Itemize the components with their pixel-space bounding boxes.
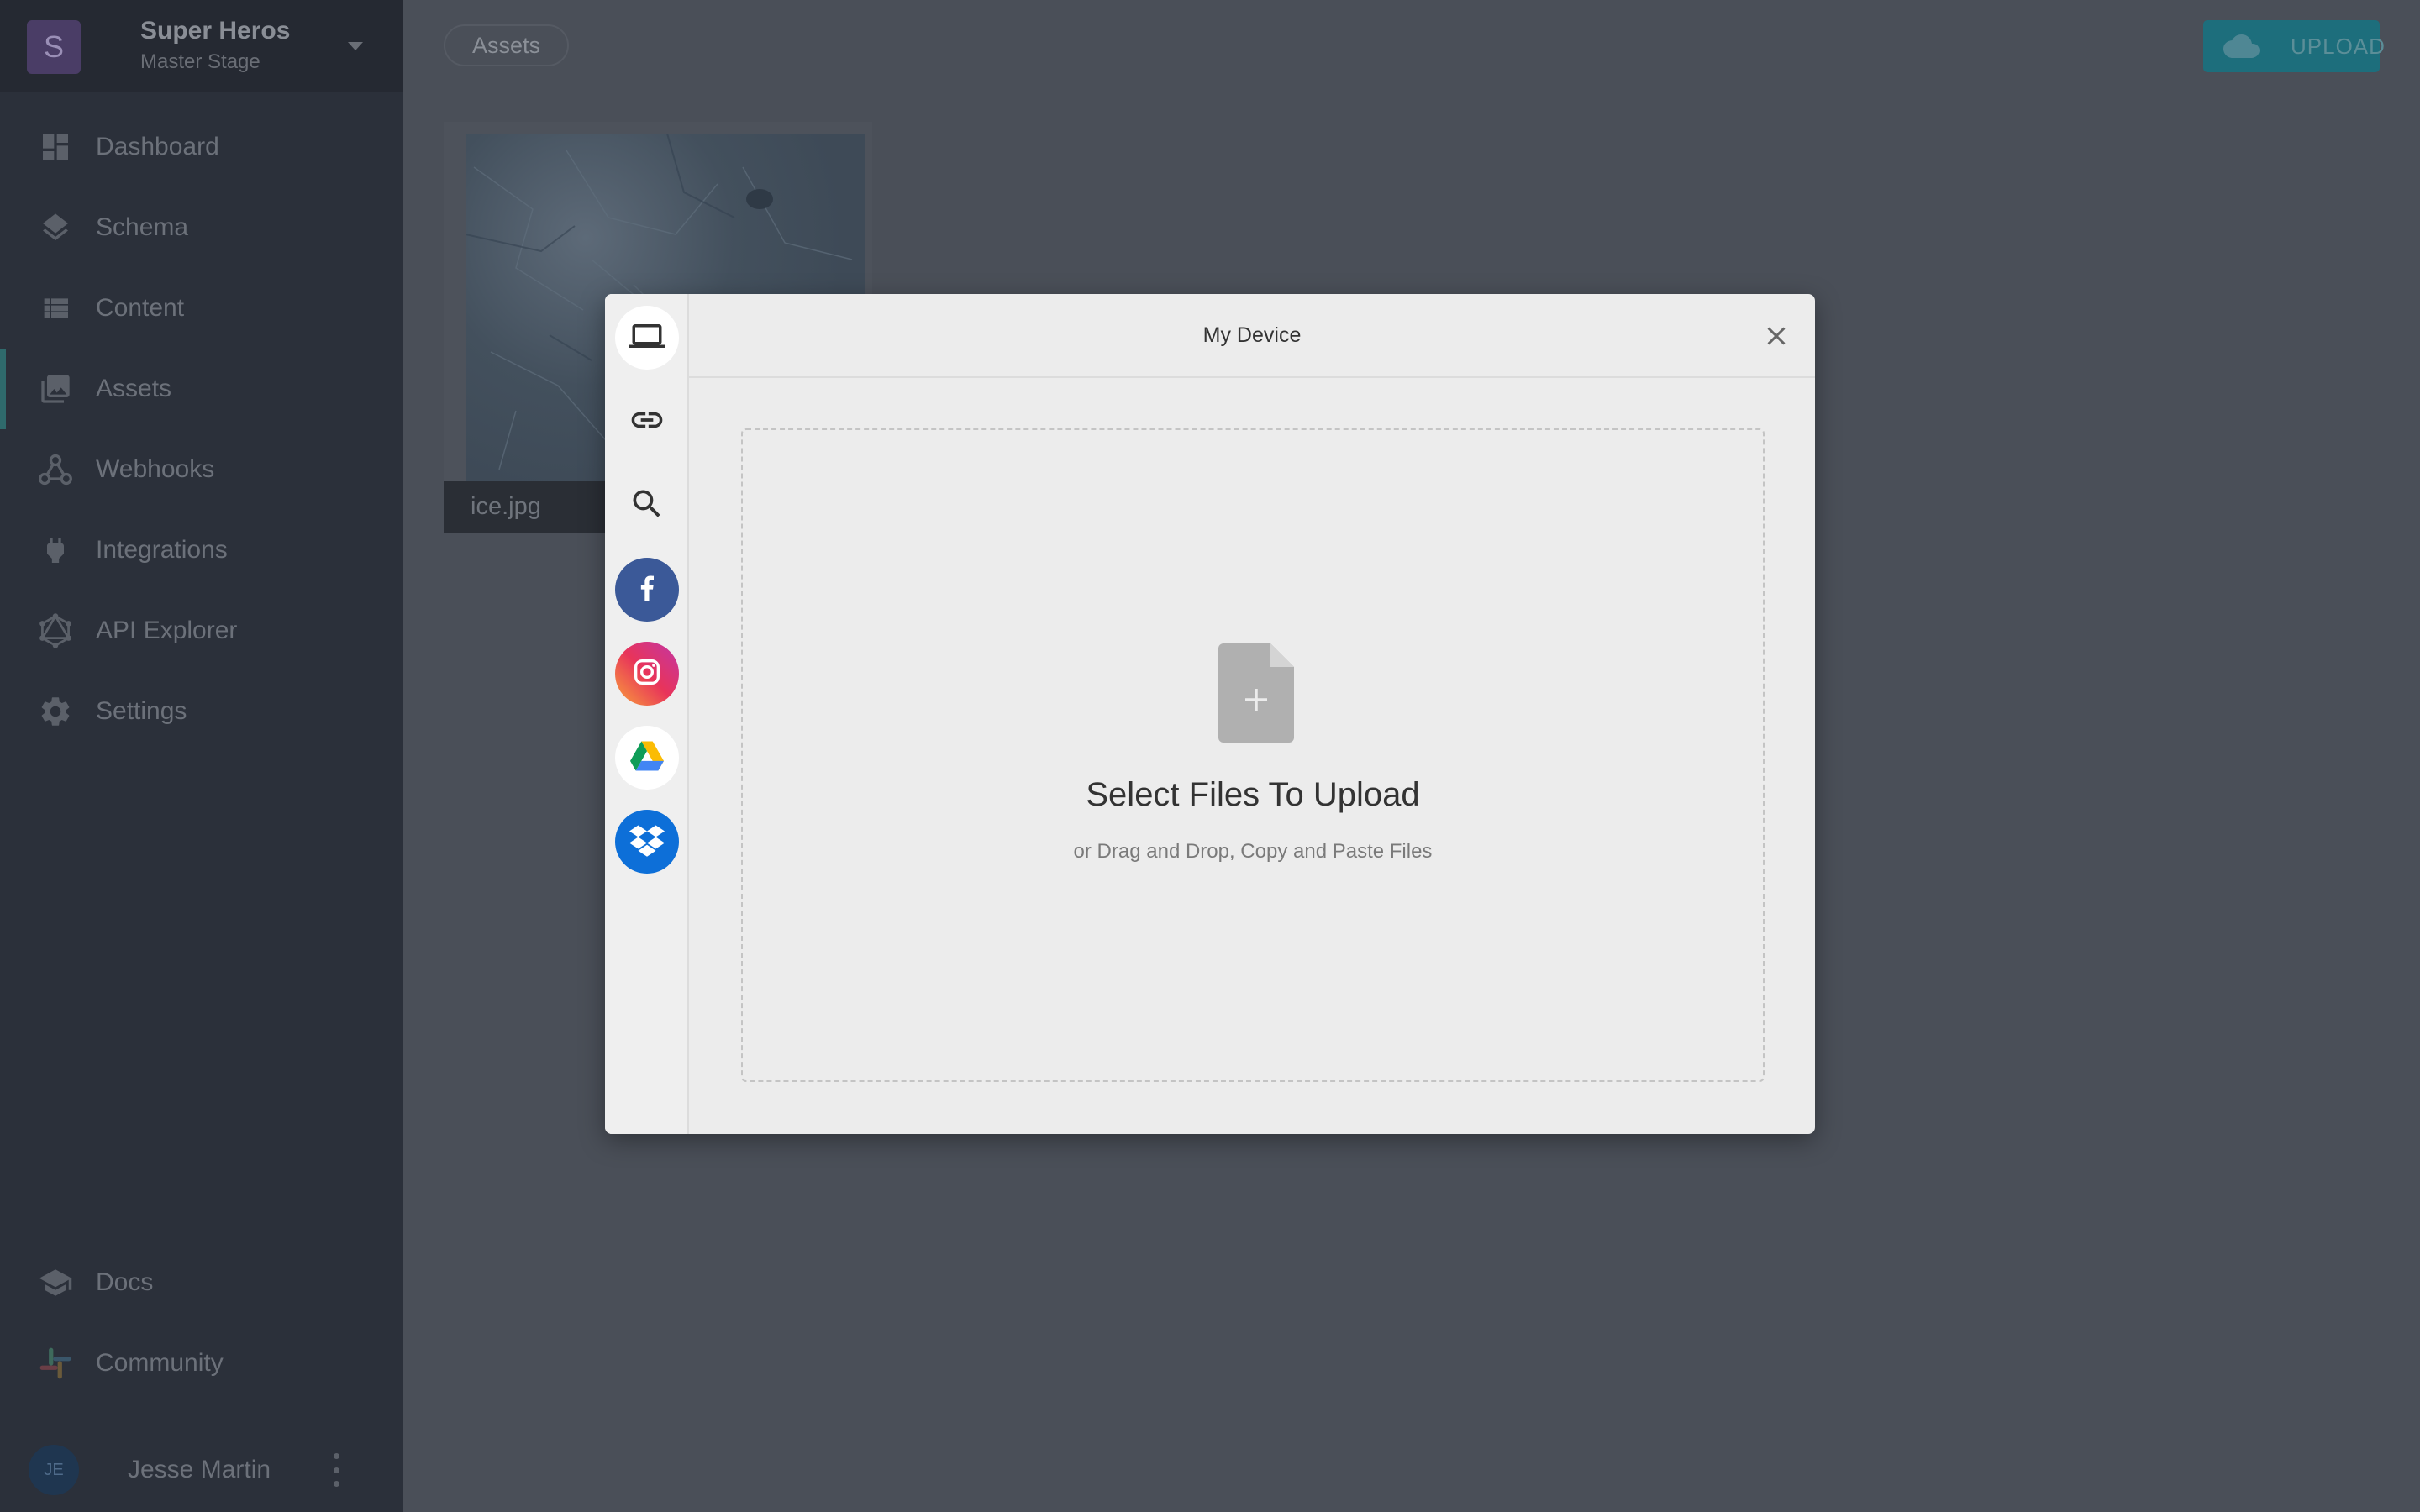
list-icon xyxy=(37,290,74,327)
sidebar-item-assets[interactable]: Assets xyxy=(0,349,403,429)
cloud-icon xyxy=(2218,34,2260,63)
sidebar-item-label: Settings xyxy=(96,697,187,725)
sidebar-item-integrations[interactable]: Integrations xyxy=(0,510,403,591)
dashboard-icon xyxy=(37,129,74,165)
image-icon xyxy=(37,370,74,407)
laptop-icon xyxy=(629,318,665,358)
sidebar-item-community[interactable]: Community xyxy=(0,1323,403,1404)
source-image-search[interactable] xyxy=(615,474,679,538)
upload-button-label: UPLOAD xyxy=(2291,33,2386,59)
facebook-icon xyxy=(630,571,664,609)
file-dropzone[interactable]: Select Files To Upload or Drag and Drop,… xyxy=(741,428,1765,1082)
source-facebook[interactable] xyxy=(615,558,679,622)
chevron-down-icon[interactable] xyxy=(348,42,363,50)
modal-title: My Device xyxy=(1202,323,1302,347)
close-icon[interactable] xyxy=(1761,321,1791,351)
more-vert-icon[interactable] xyxy=(328,1453,345,1487)
google-drive-icon xyxy=(630,741,664,775)
sidebar-item-label: Integrations xyxy=(96,536,228,564)
dropzone-subtitle: or Drag and Drop, Copy and Paste Files xyxy=(1073,840,1433,863)
sidebar-item-dashboard[interactable]: Dashboard xyxy=(0,107,403,187)
sidebar-item-label: Assets xyxy=(96,375,172,402)
sidebar-item-api-explorer[interactable]: API Explorer xyxy=(0,591,403,671)
source-list xyxy=(605,294,689,1134)
source-google-drive[interactable] xyxy=(615,726,679,790)
sidebar-item-webhooks[interactable]: Webhooks xyxy=(0,429,403,510)
upload-modal: My Device Select Files To Upload or Drag… xyxy=(605,294,1815,1134)
dropzone-title: Select Files To Upload xyxy=(1086,776,1420,813)
sidebar-item-label: Webhooks xyxy=(96,455,215,483)
upload-button[interactable]: UPLOAD xyxy=(2203,20,2385,72)
modal-header: My Device xyxy=(689,294,1815,378)
project-stage: Master Stage xyxy=(140,50,260,73)
sidebar-item-label: Docs xyxy=(96,1268,154,1296)
source-link[interactable] xyxy=(615,390,679,454)
file-add-icon xyxy=(1218,643,1294,743)
project-name: Super Heros xyxy=(140,17,291,45)
sidebar-item-docs[interactable]: Docs xyxy=(0,1242,403,1323)
avatar: JE xyxy=(29,1445,79,1495)
gear-icon xyxy=(37,693,74,730)
user-name: Jesse Martin xyxy=(128,1456,271,1483)
source-dropbox[interactable] xyxy=(615,810,679,874)
graduation-cap-icon xyxy=(37,1264,74,1301)
sidebar-item-label: API Explorer xyxy=(96,617,238,644)
sidebar-item-label: Content xyxy=(96,294,185,322)
slack-icon xyxy=(37,1345,74,1382)
sidebar: S Super Heros Master Stage Dashboard Sch… xyxy=(0,0,403,1512)
layers-icon xyxy=(37,209,74,246)
user-profile[interactable]: JE Jesse Martin xyxy=(0,1428,403,1512)
project-avatar: S xyxy=(27,20,81,74)
webhooks-icon xyxy=(37,451,74,488)
asset-filename: ice.jpg xyxy=(471,493,541,520)
sidebar-item-schema[interactable]: Schema xyxy=(0,187,403,268)
plug-icon xyxy=(37,532,74,569)
sidebar-item-settings[interactable]: Settings xyxy=(0,671,403,752)
graphql-icon xyxy=(37,612,74,649)
sidebar-item-content[interactable]: Content xyxy=(0,268,403,349)
project-switcher[interactable]: S Super Heros Master Stage xyxy=(0,0,403,92)
instagram-icon xyxy=(630,655,664,693)
dropbox-icon xyxy=(629,823,665,861)
source-my-device[interactable] xyxy=(615,306,679,370)
sidebar-item-label: Dashboard xyxy=(96,133,219,160)
link-icon xyxy=(629,402,666,443)
source-instagram[interactable] xyxy=(615,642,679,706)
search-icon xyxy=(629,486,666,527)
sidebar-item-label: Schema xyxy=(96,213,189,241)
breadcrumb[interactable]: Assets xyxy=(444,24,570,66)
sidebar-item-label: Community xyxy=(96,1349,224,1377)
